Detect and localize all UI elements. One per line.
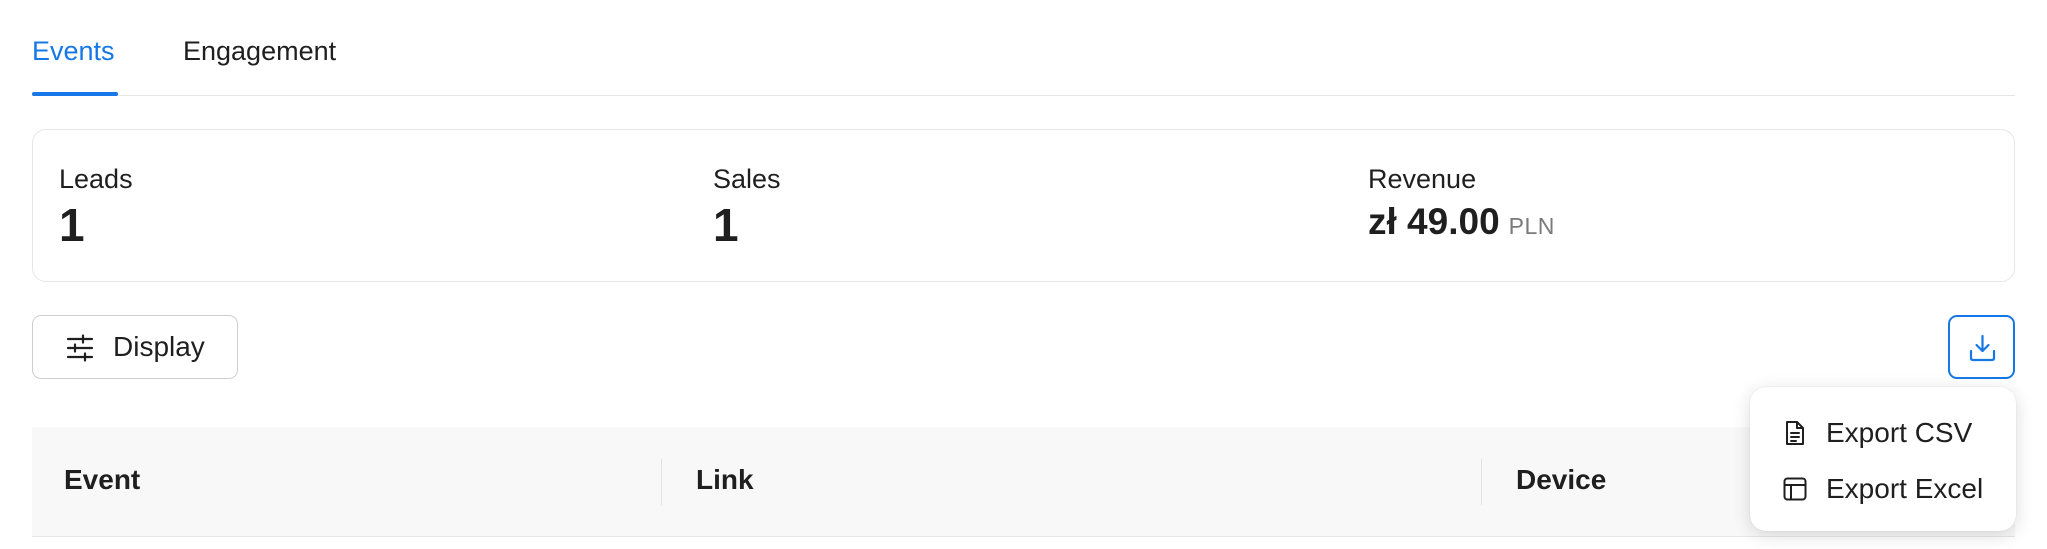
tab-events[interactable]: Events [32,34,115,68]
column-divider [661,459,662,505]
download-icon [1969,334,1996,362]
file-text-icon [1782,420,1808,446]
sliders-icon [66,334,94,362]
column-divider [1481,459,1482,505]
table-header: Event Link Device [32,427,2015,537]
stat-sales-label: Sales [713,164,781,194]
stats-card: Leads 1 Sales 1 Revenue zł 49.00 PLN [32,129,2015,282]
menu-item-export-csv[interactable]: Export CSV [1750,405,2016,461]
stat-revenue: Revenue zł 49.00 PLN [1368,162,1555,246]
stat-sales: Sales 1 [713,162,781,252]
column-header-device[interactable]: Device [1516,463,1606,497]
menu-item-export-csv-label: Export CSV [1826,417,1973,448]
stat-leads: Leads 1 [59,162,133,252]
stat-leads-value: 1 [59,199,85,251]
tab-engagement[interactable]: Engagement [183,34,336,68]
tab-bar: Events Engagement [32,0,2015,96]
stat-revenue-currency: PLN [1508,213,1555,239]
spreadsheet-icon [1782,476,1808,502]
stat-revenue-label: Revenue [1368,164,1477,194]
stat-sales-value: 1 [713,199,739,251]
display-button-label: Display [113,331,205,362]
menu-item-export-excel-label: Export Excel [1826,473,1984,504]
export-button[interactable] [1948,315,2015,379]
export-dropdown-menu: Export CSV Export Excel [1750,387,2016,531]
active-tab-indicator [32,92,118,96]
menu-item-export-excel[interactable]: Export Excel [1750,461,2016,517]
column-header-event[interactable]: Event [64,463,140,497]
column-header-link[interactable]: Link [696,463,754,497]
stat-revenue-value: zł 49.00 [1368,201,1500,242]
display-button[interactable]: Display [32,315,238,379]
stat-leads-label: Leads [59,164,133,194]
